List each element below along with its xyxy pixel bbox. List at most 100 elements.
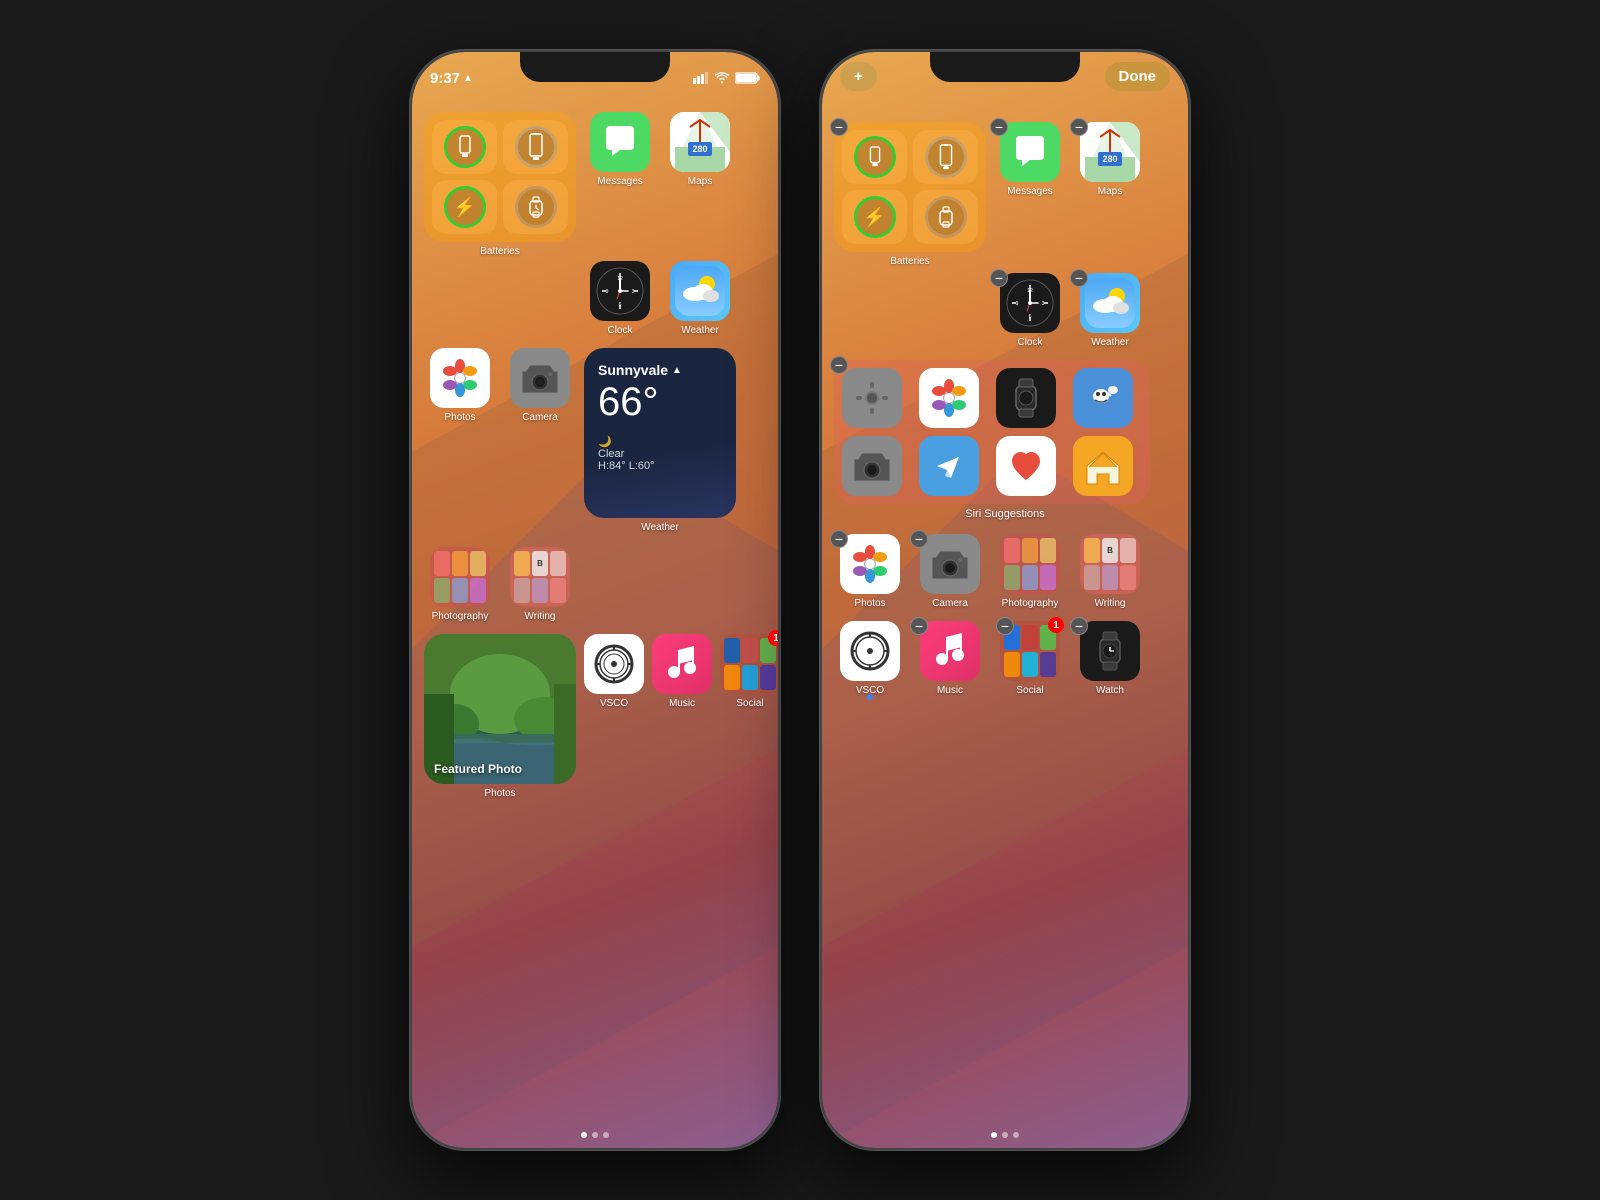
featured-photo-container[interactable]: Featured Photo Photos: [424, 634, 576, 799]
messages-label: Messages: [597, 176, 643, 187]
maps-minus[interactable]: −: [1070, 118, 1088, 136]
right-camera-minus[interactable]: −: [910, 530, 928, 548]
row-1: ⚡: [424, 112, 766, 257]
svg-text:9: 9: [606, 289, 609, 295]
right-clock-face: 12 3 6 9: [1005, 278, 1055, 328]
messages-minus[interactable]: −: [990, 118, 1008, 136]
right-vsco-app[interactable]: VSCO: [834, 621, 906, 696]
vsco-icon: [584, 634, 644, 694]
messages-icon: [590, 112, 650, 172]
charging-icon: ⚡: [453, 197, 475, 218]
right-camera-graphic: [930, 547, 970, 581]
music-app[interactable]: Music: [652, 634, 712, 709]
camera-app[interactable]: Camera: [504, 348, 576, 423]
clock-face-icon: 12 3 6 9: [595, 266, 645, 316]
done-button[interactable]: Done: [1105, 62, 1171, 91]
telegram-icon: [929, 446, 969, 486]
wifi-icon: [714, 72, 730, 84]
right-music-app[interactable]: − Music: [914, 621, 986, 696]
siri-watch-face[interactable]: [996, 368, 1056, 428]
photography-folder[interactable]: Photography: [424, 547, 496, 622]
photos-app[interactable]: Photos: [424, 348, 496, 423]
folder-mini-2: [452, 551, 468, 576]
photography-label: Photography: [432, 611, 489, 622]
writing-mini-3: [550, 551, 566, 576]
row-3: Photos Camera: [424, 348, 766, 533]
battery-watch-ring: [515, 186, 557, 228]
siri-settings[interactable]: [842, 368, 902, 428]
right-social-minus[interactable]: −: [996, 617, 1014, 635]
writing-folder[interactable]: B Writing: [504, 547, 576, 622]
watch-icon: [526, 196, 546, 218]
siri-minus[interactable]: −: [830, 356, 848, 374]
right-clock-label: Clock: [1017, 337, 1042, 348]
siri-health[interactable]: [996, 436, 1056, 496]
weather-minus[interactable]: −: [1070, 269, 1088, 287]
add-button[interactable]: +: [840, 62, 877, 91]
rw-mini-5: [1102, 565, 1118, 590]
vsco-app[interactable]: VSCO: [584, 634, 644, 709]
batteries-minus-badge[interactable]: −: [830, 118, 848, 136]
siri-watch-icon: [1007, 376, 1045, 420]
rw-mini-3: [1120, 538, 1136, 563]
right-battery-phone: [842, 130, 907, 184]
right-clock-icon: 12 3 6 9: [1000, 273, 1060, 333]
left-content: ⚡: [412, 102, 778, 1148]
right-photos-app[interactable]: −: [834, 534, 906, 609]
batteries-widget-container[interactable]: ⚡: [424, 112, 576, 257]
right-clock-app[interactable]: − 12 3 6: [994, 273, 1066, 348]
folder-mini-5: [452, 578, 468, 603]
messages-bubble-icon: [602, 124, 638, 160]
clock-minus[interactable]: −: [990, 269, 1008, 287]
right-row-2: − 12 3 6: [994, 273, 1176, 348]
right-social-folder[interactable]: 1 − Social: [994, 621, 1066, 696]
svg-text:9: 9: [1016, 301, 1019, 307]
right-photography-folder[interactable]: Photography: [994, 534, 1066, 609]
right-writing-folder[interactable]: B Writing: [1074, 534, 1146, 609]
right-social-icon: 1 −: [1000, 621, 1060, 681]
right-camera-app[interactable]: − Camera: [914, 534, 986, 609]
right-writing-label: Writing: [1095, 598, 1126, 609]
right-maps-app[interactable]: − 280 Maps: [1074, 122, 1146, 197]
right-photos-minus[interactable]: −: [830, 530, 848, 548]
right-messages-app[interactable]: − Messages: [994, 122, 1066, 197]
right-batteries-container[interactable]: −: [834, 122, 986, 267]
right-weather-app[interactable]: −: [1074, 273, 1146, 348]
weather-icon: [670, 261, 730, 321]
clock-app[interactable]: 12 3 6 9 Clock: [584, 261, 656, 336]
siri-photos[interactable]: [919, 368, 979, 428]
right-notch: [930, 52, 1080, 82]
writing-mini-6: [550, 578, 566, 603]
siri-suggestions-container[interactable]: −: [834, 360, 1176, 520]
right-watch-minus[interactable]: −: [1070, 617, 1088, 635]
dot-3: [603, 1132, 609, 1138]
right-photography-icon: [1000, 534, 1060, 594]
right-maps-icon: 280: [1080, 122, 1140, 182]
right-watch-app[interactable]: − Watch: [1074, 621, 1146, 696]
battery-phone-cell: [432, 120, 497, 174]
tweetbot-icon: [1081, 376, 1125, 420]
right-batteries-label: Batteries: [890, 256, 929, 267]
right-music-minus[interactable]: −: [910, 617, 928, 635]
social-folder[interactable]: 1 Social: [720, 634, 778, 709]
messages-app[interactable]: Messages: [584, 112, 656, 187]
photos-bottom-label: Photos: [484, 788, 515, 799]
right-music-label: Music: [937, 685, 963, 696]
siri-tweetbot[interactable]: [1073, 368, 1133, 428]
siri-telegram[interactable]: [919, 436, 979, 496]
weather-widget-container[interactable]: Sunnyvale ▲ 66° 🌙 Clear H:84° L:60: [584, 348, 736, 533]
photos-flower: [438, 356, 482, 400]
weather-widget-label: Weather: [641, 522, 679, 533]
siri-camera[interactable]: [842, 436, 902, 496]
battery-charger-cell: ⚡: [432, 180, 497, 234]
right-weather-graphic: [1085, 278, 1135, 328]
maps-app[interactable]: 280 280 Maps: [664, 112, 736, 187]
left-screen: 9:37 ▲: [412, 52, 778, 1148]
weather-app[interactable]: Weather: [664, 261, 736, 336]
right-page-dots: [822, 1132, 1188, 1138]
writing-mini-2: B: [532, 551, 548, 576]
right-photos-label: Photos: [854, 598, 885, 609]
right-battery-watch: [913, 190, 978, 244]
location-icon: ▲: [463, 73, 473, 84]
siri-home[interactable]: [1073, 436, 1133, 496]
